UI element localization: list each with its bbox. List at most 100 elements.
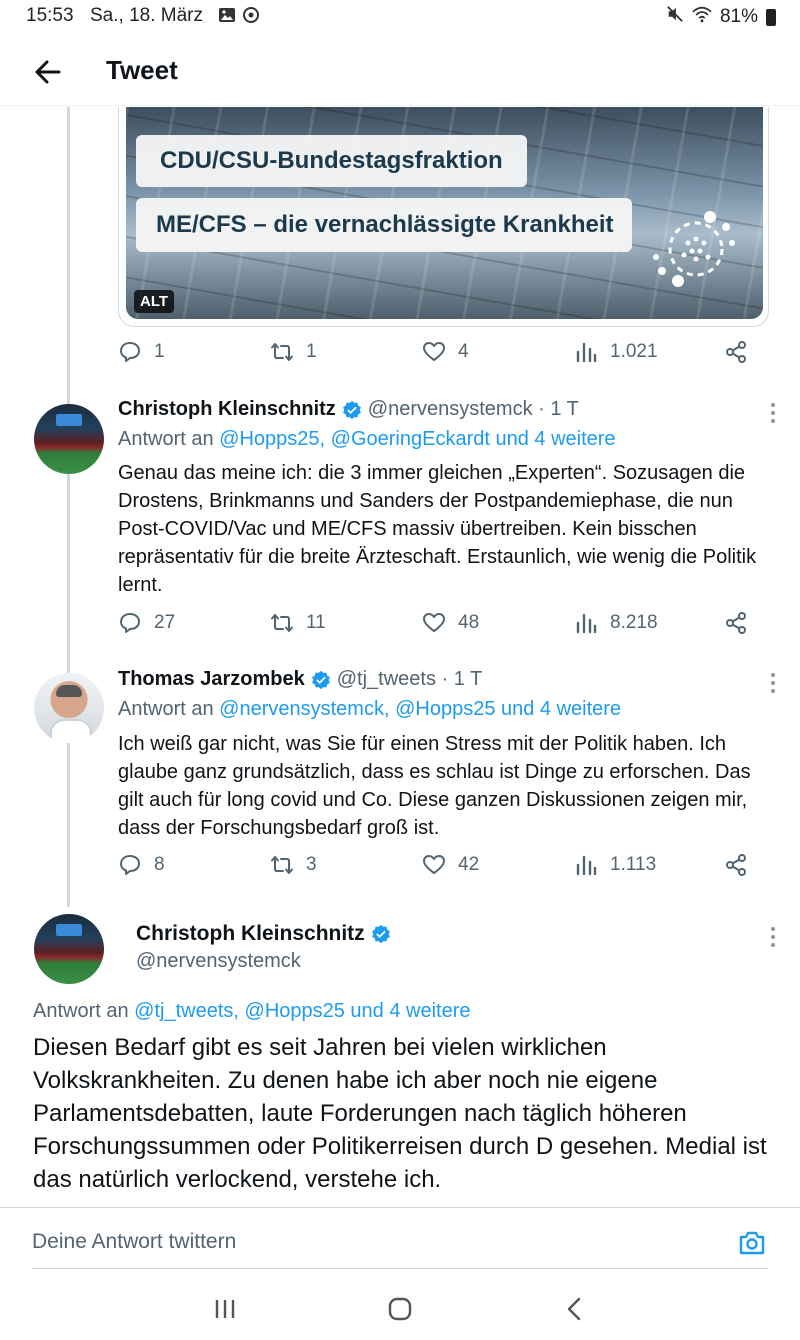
reply-button[interactable]: 1	[118, 340, 165, 364]
verified-badge-icon	[342, 400, 361, 419]
share-icon	[726, 854, 746, 876]
recent-apps-icon[interactable]	[210, 1296, 240, 1322]
retweet-icon	[271, 343, 293, 361]
author-name[interactable]: Christoph Kleinschnitz	[136, 922, 365, 946]
thread-line	[67, 107, 70, 907]
retweet-button[interactable]: 1	[270, 340, 317, 364]
more-options-icon[interactable]	[770, 672, 776, 694]
retweet-button[interactable]: 11	[270, 611, 326, 635]
reply-mentions[interactable]: @nervensystemck, @Hopps25 und 4 weitere	[219, 698, 621, 720]
main-tweet-text: Diesen Bedarf gibt es seit Jahren bei vi…	[33, 1034, 767, 1193]
heart-icon	[423, 613, 445, 632]
view-count: 1.113	[610, 854, 657, 875]
back-arrow-icon[interactable]	[30, 54, 66, 90]
like-button[interactable]: 48	[422, 611, 479, 635]
reply-prefix: Antwort an	[118, 698, 220, 720]
more-options-icon[interactable]	[770, 926, 776, 948]
avatar[interactable]	[34, 673, 104, 743]
tweet-text: Ich weiß gar nicht, was Sie für einen St…	[118, 733, 751, 839]
top-bar: Tweet	[0, 34, 800, 106]
reply-prefix: Antwort an	[33, 1000, 135, 1022]
more-options-icon[interactable]	[770, 402, 776, 424]
like-button[interactable]: 4	[422, 340, 469, 364]
author-handle[interactable]: @tj_tweets · 1 T	[337, 668, 483, 691]
reply-button[interactable]: 27	[118, 611, 175, 635]
author-name[interactable]: Thomas Jarzombek	[118, 668, 305, 691]
reply-mentions[interactable]: @Hopps25, @GoeringEckardt und 4 weitere	[219, 428, 615, 450]
home-icon[interactable]	[385, 1296, 415, 1322]
status-time: 15:53	[26, 5, 74, 26]
views-chart-icon	[576, 855, 597, 876]
status-right: 81%	[666, 5, 776, 29]
view-count: 1.021	[610, 341, 658, 362]
page-title: Tweet	[106, 55, 178, 85]
retweet-button[interactable]: 3	[270, 853, 317, 877]
share-icon	[726, 612, 746, 634]
author-name[interactable]: Christoph Kleinschnitz	[118, 398, 336, 421]
retweet-icon	[271, 856, 293, 874]
android-nav-bar	[0, 1280, 800, 1340]
share-button[interactable]	[724, 340, 748, 364]
reply-icon	[120, 855, 140, 875]
battery-icon	[766, 8, 776, 26]
media-caption-line1: CDU/CSU-Bundestagsfraktion	[136, 135, 527, 187]
like-count: 42	[458, 854, 480, 875]
logo-icon	[648, 203, 748, 293]
views-button[interactable]: 1.113	[574, 853, 656, 877]
author-handle[interactable]: @nervensystemck · 1 T	[368, 398, 579, 421]
views-button[interactable]: 1.021	[574, 340, 658, 364]
heart-icon	[423, 855, 445, 874]
divider	[32, 1268, 768, 1269]
retweet-count: 3	[306, 854, 317, 875]
reply-mentions[interactable]: @tj_tweets, @Hopps25 und 4 weitere	[134, 1000, 470, 1022]
view-count: 8.218	[610, 612, 658, 633]
camera-icon[interactable]	[738, 1230, 766, 1256]
notification-icons	[218, 6, 260, 24]
wifi-icon	[692, 6, 712, 29]
main-author-name-row: Christoph Kleinschnitz	[136, 922, 391, 946]
status-bar: 15:53 Sa., 18. März 81%	[0, 0, 800, 34]
retweet-count: 1	[306, 341, 317, 362]
reply-count: 27	[154, 612, 176, 633]
share-button[interactable]	[724, 611, 748, 635]
like-button[interactable]: 42	[422, 853, 479, 877]
reply-context: Antwort an @Hopps25, @GoeringEckardt und…	[118, 428, 616, 451]
tweet-header: Thomas Jarzombek @tj_tweets · 1 T	[118, 668, 482, 691]
author-handle[interactable]: @nervensystemck	[136, 950, 301, 973]
gallery-icon	[218, 6, 236, 24]
alt-badge[interactable]: ALT	[134, 290, 175, 313]
reply-input[interactable]	[32, 1230, 722, 1254]
heart-icon	[423, 342, 445, 361]
reply-count: 8	[154, 854, 165, 875]
views-chart-icon	[576, 613, 597, 634]
back-nav-icon[interactable]	[560, 1296, 590, 1322]
tweet-actions: 8 3 42 1.113	[118, 853, 758, 883]
reply-context: Antwort an @nervensystemck, @Hopps25 und…	[118, 698, 621, 721]
reply-button[interactable]: 8	[118, 853, 165, 877]
like-count: 4	[458, 341, 469, 362]
verified-badge-icon	[371, 924, 390, 944]
retweet-icon	[271, 614, 293, 632]
reply-icon	[120, 613, 140, 633]
status-date: Sa., 18. März	[90, 5, 203, 26]
battery-percent: 81%	[719, 6, 758, 27]
avatar[interactable]	[34, 914, 104, 984]
sync-icon	[242, 6, 260, 24]
tweet-text: Genau das meine ich: die 3 immer gleiche…	[118, 462, 757, 596]
media-caption-line2: ME/CFS – die vernachlässigte Krankheit	[136, 198, 632, 252]
reply-context: Antwort an @tj_tweets, @Hopps25 und 4 we…	[33, 1000, 471, 1023]
verified-badge-icon	[311, 670, 330, 689]
like-count: 48	[458, 612, 480, 633]
media-image[interactable]: CDU/CSU-Bundestagsfraktion ME/CFS – die …	[126, 107, 763, 319]
media-card[interactable]: CDU/CSU-Bundestagsfraktion ME/CFS – die …	[118, 107, 769, 327]
reply-prefix: Antwort an	[118, 428, 220, 450]
reply-count: 1	[154, 341, 165, 362]
share-button[interactable]	[724, 853, 748, 877]
views-button[interactable]: 8.218	[574, 611, 658, 635]
views-chart-icon	[576, 342, 597, 363]
avatar[interactable]	[34, 404, 104, 474]
tweet-actions: 27 11 48 8.218	[118, 611, 758, 641]
share-icon	[726, 341, 746, 363]
mute-icon	[666, 5, 684, 29]
reply-composer	[0, 1207, 800, 1269]
